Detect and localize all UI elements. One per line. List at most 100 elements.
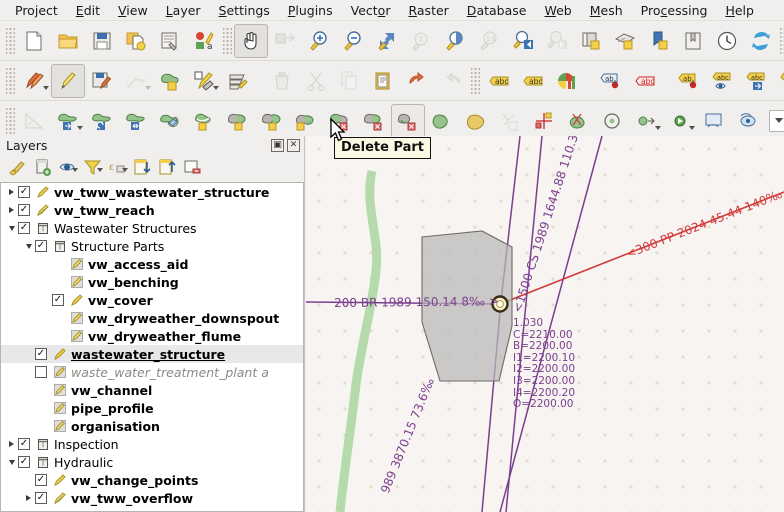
rotate-feature-button[interactable] bbox=[85, 104, 119, 138]
open-layer-styling-panel-button[interactable] bbox=[5, 157, 29, 179]
toolbar-handle[interactable] bbox=[223, 27, 232, 54]
layer-visibility-checkbox[interactable]: ✓ bbox=[18, 438, 30, 450]
layer-visibility-checkbox[interactable]: ✓ bbox=[35, 492, 47, 504]
collapse-arrow-icon[interactable] bbox=[5, 225, 18, 231]
zoom-out-button[interactable] bbox=[336, 24, 370, 58]
toolbar-handle[interactable] bbox=[6, 107, 15, 134]
paste-features-button[interactable] bbox=[367, 64, 401, 98]
vertex-tool-button[interactable] bbox=[187, 64, 221, 98]
zoom-next-button[interactable] bbox=[540, 24, 574, 58]
style-manager-button[interactable]: a bbox=[187, 24, 221, 58]
digitizing-mode-combo[interactable] bbox=[769, 109, 784, 132]
map-canvas[interactable]: <1500 CS 1989 1644.88 110.3‰ 200 BR 1989… bbox=[306, 136, 784, 512]
new-3d-map-view-button[interactable] bbox=[608, 24, 642, 58]
chevron-down-icon[interactable] bbox=[72, 167, 78, 172]
layer-tree-row[interactable]: ✓ Structure Parts bbox=[1, 237, 303, 255]
toggle-editing-button[interactable] bbox=[51, 63, 85, 98]
chevron-down-icon[interactable] bbox=[122, 167, 128, 172]
processing-toolbox-button[interactable] bbox=[663, 104, 697, 138]
expand-arrow-icon[interactable] bbox=[5, 441, 18, 447]
collapse-arrow-icon[interactable] bbox=[5, 459, 18, 465]
filter-legend-expression-button[interactable]: ε bbox=[105, 157, 129, 179]
open-project-button[interactable] bbox=[51, 24, 85, 58]
pin-labels-button[interactable]: abc bbox=[516, 64, 550, 98]
menu-item-view[interactable]: View bbox=[109, 1, 157, 20]
filter-legend-button[interactable] bbox=[80, 157, 104, 179]
menu-item-help[interactable]: Help bbox=[716, 1, 763, 20]
simplify-feature-button[interactable] bbox=[527, 104, 561, 138]
trim-extend-button[interactable] bbox=[561, 104, 595, 138]
enable-advanced-digitizing-button[interactable] bbox=[17, 104, 51, 138]
show-hide-labels-button[interactable]: abc bbox=[706, 64, 740, 98]
temporal-controller-button[interactable] bbox=[710, 24, 744, 58]
fill-ring-button[interactable] bbox=[459, 104, 493, 138]
layer-tree-row[interactable]: ✓ vw_tww_reach bbox=[1, 201, 303, 219]
cut-features-button[interactable] bbox=[299, 64, 333, 98]
menu-item-settings[interactable]: Settings bbox=[210, 1, 279, 20]
menu-item-project[interactable]: Project bbox=[6, 1, 67, 20]
rotate-point-symbols-button[interactable] bbox=[595, 104, 629, 138]
expand-arrow-icon[interactable] bbox=[5, 189, 18, 195]
chevron-down-icon[interactable] bbox=[97, 167, 103, 172]
save-project-button[interactable] bbox=[85, 24, 119, 58]
save-layer-edits-button[interactable] bbox=[85, 64, 119, 98]
show-bookmarks-button[interactable] bbox=[676, 24, 710, 58]
copy-features-button[interactable] bbox=[333, 64, 367, 98]
menu-item-edit[interactable]: Edit bbox=[67, 1, 109, 20]
layer-visibility-checkbox[interactable] bbox=[35, 366, 47, 378]
toolbar-handle[interactable] bbox=[6, 67, 15, 94]
add-group-button[interactable] bbox=[30, 157, 54, 179]
collapse-all-button[interactable] bbox=[155, 157, 179, 179]
expand-all-button[interactable] bbox=[130, 157, 154, 179]
add-polygon-feature-button[interactable] bbox=[153, 64, 187, 98]
menu-item-vector[interactable]: Vector bbox=[342, 1, 400, 20]
move-feature-button[interactable] bbox=[51, 104, 85, 138]
menu-item-plugins[interactable]: Plugins bbox=[279, 1, 342, 20]
undock-panel-icon[interactable]: ▣ bbox=[271, 139, 284, 152]
layer-tree-row[interactable]: organisation bbox=[1, 417, 303, 435]
add-part-button[interactable] bbox=[357, 104, 391, 138]
redo-button[interactable] bbox=[435, 64, 469, 98]
pan-to-selection-button[interactable] bbox=[268, 24, 302, 58]
highlight-pinned-labels-button[interactable]: ab bbox=[594, 64, 628, 98]
layer-tree-row[interactable]: vw_dryweather_downspout bbox=[1, 309, 303, 327]
chevron-down-icon[interactable] bbox=[145, 85, 151, 90]
menu-item-mesh[interactable]: Mesh bbox=[581, 1, 632, 20]
undo-button[interactable] bbox=[401, 64, 435, 98]
collapse-arrow-icon[interactable] bbox=[22, 243, 35, 249]
highlight-labels-button[interactable]: abc bbox=[628, 64, 662, 98]
menu-item-database[interactable]: Database bbox=[458, 1, 536, 20]
layer-tree-row[interactable]: ✓ Hydraulic bbox=[1, 453, 303, 471]
menu-item-web[interactable]: Web bbox=[535, 1, 580, 20]
chevron-down-icon[interactable] bbox=[77, 125, 83, 130]
split-parts-button[interactable] bbox=[255, 104, 289, 138]
modify-attributes-button[interactable] bbox=[221, 64, 255, 98]
layer-tree-row[interactable]: ✓ Inspection bbox=[1, 435, 303, 453]
scale-feature-button[interactable] bbox=[119, 104, 153, 138]
layer-visibility-checkbox[interactable]: ✓ bbox=[52, 294, 64, 306]
toolbar-handle[interactable] bbox=[471, 67, 480, 94]
rotate-label-button[interactable]: abc bbox=[774, 64, 784, 98]
layer-visibility-checkbox[interactable]: ✓ bbox=[35, 474, 47, 486]
zoom-to-selection-button[interactable] bbox=[404, 24, 438, 58]
current-edits-button[interactable] bbox=[17, 64, 51, 98]
menu-item-layer[interactable]: Layer bbox=[157, 1, 210, 20]
zoom-last-button[interactable] bbox=[506, 24, 540, 58]
layer-tree-row[interactable]: ✓ vw_tww_overflow bbox=[1, 489, 303, 507]
layer-tree-row[interactable]: vw_dryweather_flume bbox=[1, 327, 303, 345]
delete-selected-button[interactable] bbox=[265, 64, 299, 98]
layer-tree-row[interactable]: vw_benching bbox=[1, 273, 303, 291]
new-print-layout-button[interactable] bbox=[153, 24, 187, 58]
layer-visibility-checkbox[interactable]: ✓ bbox=[18, 456, 30, 468]
menu-item-raster[interactable]: Raster bbox=[399, 1, 457, 20]
layer-visibility-checkbox[interactable]: ✓ bbox=[35, 240, 47, 252]
layer-visibility-checkbox[interactable]: ✓ bbox=[35, 348, 47, 360]
expand-arrow-icon[interactable] bbox=[22, 495, 35, 501]
offset-curve-button[interactable] bbox=[153, 104, 187, 138]
chevron-down-icon[interactable] bbox=[43, 85, 49, 90]
layer-tree-row[interactable]: waste_water_treatment_plant a bbox=[1, 363, 303, 381]
delete-part-button[interactable] bbox=[391, 103, 425, 138]
zoom-in-button[interactable] bbox=[302, 24, 336, 58]
chevron-down-icon[interactable] bbox=[689, 125, 695, 130]
chevron-down-icon[interactable] bbox=[655, 125, 661, 130]
